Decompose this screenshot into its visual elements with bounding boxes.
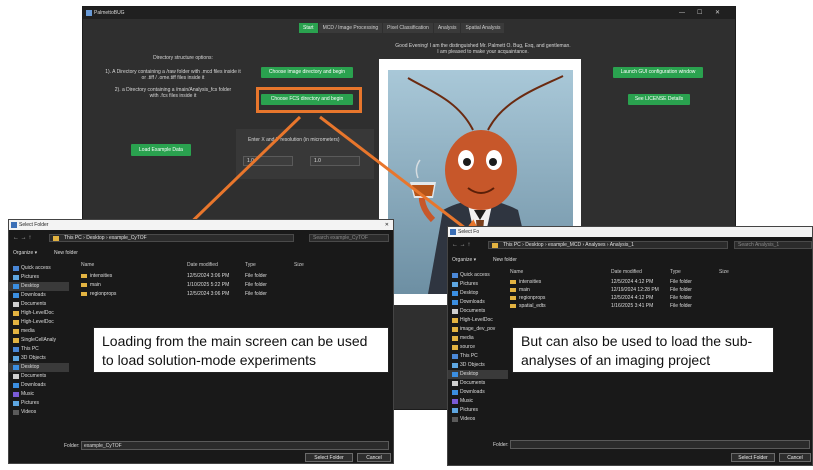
organize-menu[interactable]: Organize ▾ bbox=[13, 250, 37, 256]
nav-quick-access[interactable]: Quick access bbox=[9, 264, 69, 273]
column-size[interactable]: Size bbox=[719, 269, 729, 275]
folder-field[interactable]: example_CyTOF bbox=[81, 441, 389, 450]
column-name[interactable]: Name bbox=[81, 262, 94, 268]
nav-pictures[interactable]: Pictures bbox=[9, 273, 69, 282]
folder-icon bbox=[450, 229, 456, 235]
navigation-pane: Quick access Pictures Desktop Downloads … bbox=[9, 264, 69, 417]
dialog-left-title: Select Folder bbox=[19, 222, 49, 228]
address-bar[interactable]: This PC › Desktop › example_MCD › Analys… bbox=[488, 241, 728, 249]
column-name[interactable]: Name bbox=[510, 269, 523, 275]
folder-icon bbox=[81, 292, 87, 296]
dialog-left-titlebar: Select Folder ✕ bbox=[9, 220, 393, 230]
table-row[interactable]: spatial_edts 1/16/2025 3:41 PM File fold… bbox=[510, 302, 750, 310]
close-icon[interactable]: ✕ bbox=[385, 220, 389, 230]
folder-label: Folder: bbox=[64, 443, 80, 449]
nav-documents[interactable]: Documents bbox=[9, 300, 69, 309]
column-type[interactable]: Type bbox=[245, 262, 256, 268]
navigation-pane: Quick access Pictures Desktop Downloads … bbox=[448, 271, 508, 424]
organize-menu[interactable]: Organize ▾ bbox=[452, 257, 476, 263]
select-folder-button[interactable]: Select Folder bbox=[305, 453, 353, 462]
nav-documents[interactable]: Documents bbox=[448, 307, 508, 316]
nav-quick-access[interactable]: Quick access bbox=[448, 271, 508, 280]
nav-folder[interactable]: source bbox=[448, 343, 508, 352]
nav-pictures[interactable]: Pictures bbox=[448, 406, 508, 415]
nav-pictures[interactable]: Pictures bbox=[448, 280, 508, 289]
nav-arrows[interactable]: ← → ↑ bbox=[452, 241, 470, 249]
nav-folder[interactable]: image_dev_pov bbox=[448, 325, 508, 334]
folder-icon bbox=[492, 243, 498, 248]
nav-this-pc[interactable]: This PC bbox=[448, 352, 508, 361]
table-row[interactable]: regionprops 12/5/2024 4:12 PM File folde… bbox=[510, 294, 750, 302]
select-folder-button[interactable]: Select Folder bbox=[731, 453, 775, 462]
column-type[interactable]: Type bbox=[670, 269, 681, 275]
nav-videos[interactable]: Videos bbox=[9, 408, 69, 417]
nav-documents[interactable]: Documents bbox=[448, 379, 508, 388]
nav-downloads[interactable]: Downloads bbox=[9, 381, 69, 390]
folder-icon bbox=[510, 304, 516, 308]
table-row[interactable]: main 12/19/2024 12:28 PM File folder bbox=[510, 286, 750, 294]
cancel-button[interactable]: Cancel bbox=[357, 453, 391, 462]
callout-right: But can also be used to load the sub-ana… bbox=[512, 327, 774, 373]
nav-downloads[interactable]: Downloads bbox=[9, 291, 69, 300]
search-input[interactable]: Search Analysis_1 bbox=[734, 241, 812, 249]
nav-desktop[interactable]: Desktop bbox=[9, 363, 69, 372]
nav-desktop[interactable]: Desktop bbox=[448, 289, 508, 298]
nav-this-pc[interactable]: This PC bbox=[9, 345, 69, 354]
folder-icon bbox=[510, 288, 516, 292]
nav-desktop[interactable]: Desktop bbox=[448, 370, 508, 379]
cancel-button[interactable]: Cancel bbox=[779, 453, 811, 462]
search-input[interactable]: Search example_CyTOF bbox=[309, 234, 389, 242]
nav-pictures[interactable]: Pictures bbox=[9, 399, 69, 408]
breadcrumb: This PC › Desktop › example_MCD › Analys… bbox=[503, 242, 634, 248]
nav-downloads[interactable]: Downloads bbox=[448, 388, 508, 397]
nav-documents[interactable]: Documents bbox=[9, 372, 69, 381]
nav-folder[interactable]: High-LevelDoc bbox=[9, 309, 69, 318]
column-size[interactable]: Size bbox=[294, 262, 304, 268]
column-date-modified[interactable]: Date modified bbox=[611, 269, 642, 275]
folder-label: Folder: bbox=[493, 442, 509, 448]
folder-icon bbox=[81, 274, 87, 278]
nav-folder[interactable]: SingleCellAnaly bbox=[9, 336, 69, 345]
new-folder-button[interactable]: New folder bbox=[54, 250, 78, 256]
nav-3d-objects[interactable]: 3D Objects bbox=[448, 361, 508, 370]
table-row[interactable]: intensities 12/5/2024 3:06 PM File folde… bbox=[81, 272, 341, 280]
folder-icon bbox=[81, 283, 87, 287]
folder-icon bbox=[510, 296, 516, 300]
nav-downloads[interactable]: Downloads bbox=[448, 298, 508, 307]
nav-3d-objects[interactable]: 3D Objects bbox=[9, 354, 69, 363]
folder-field[interactable] bbox=[510, 440, 810, 449]
dialog-right-titlebar: Select Fo bbox=[448, 227, 812, 237]
nav-folder[interactable]: media bbox=[9, 327, 69, 336]
column-date-modified[interactable]: Date modified bbox=[187, 262, 218, 268]
callout-left: Loading from the main screen can be used… bbox=[93, 327, 389, 373]
table-row[interactable]: main 1/10/2025 5:22 PM File folder bbox=[81, 281, 341, 289]
nav-folder[interactable]: High-LevelDoc bbox=[9, 318, 69, 327]
nav-folder[interactable]: media bbox=[448, 334, 508, 343]
folder-icon bbox=[11, 222, 17, 228]
new-folder-button[interactable]: New folder bbox=[493, 257, 517, 263]
nav-videos[interactable]: Videos bbox=[448, 415, 508, 424]
nav-arrows[interactable]: ← → ↑ bbox=[13, 234, 31, 242]
breadcrumb: This PC › Desktop › example_CyTOF bbox=[64, 235, 147, 241]
nav-folder[interactable]: High-LevelDoc bbox=[448, 316, 508, 325]
folder-icon bbox=[510, 280, 516, 284]
nav-desktop[interactable]: Desktop bbox=[9, 282, 69, 291]
table-row[interactable]: intensities 12/5/2024 4:12 PM File folde… bbox=[510, 278, 750, 286]
address-bar[interactable]: This PC › Desktop › example_CyTOF bbox=[49, 234, 294, 242]
nav-music[interactable]: Music bbox=[9, 390, 69, 399]
screenshot-canvas: PalmettoBUG — ☐ ✕ Start MCD / Image Proc… bbox=[0, 0, 813, 470]
table-row[interactable]: regionprops 12/5/2024 3:06 PM File folde… bbox=[81, 290, 341, 298]
dialog-right-title: Select Fo bbox=[458, 229, 480, 235]
nav-music[interactable]: Music bbox=[448, 397, 508, 406]
folder-icon bbox=[53, 236, 59, 241]
